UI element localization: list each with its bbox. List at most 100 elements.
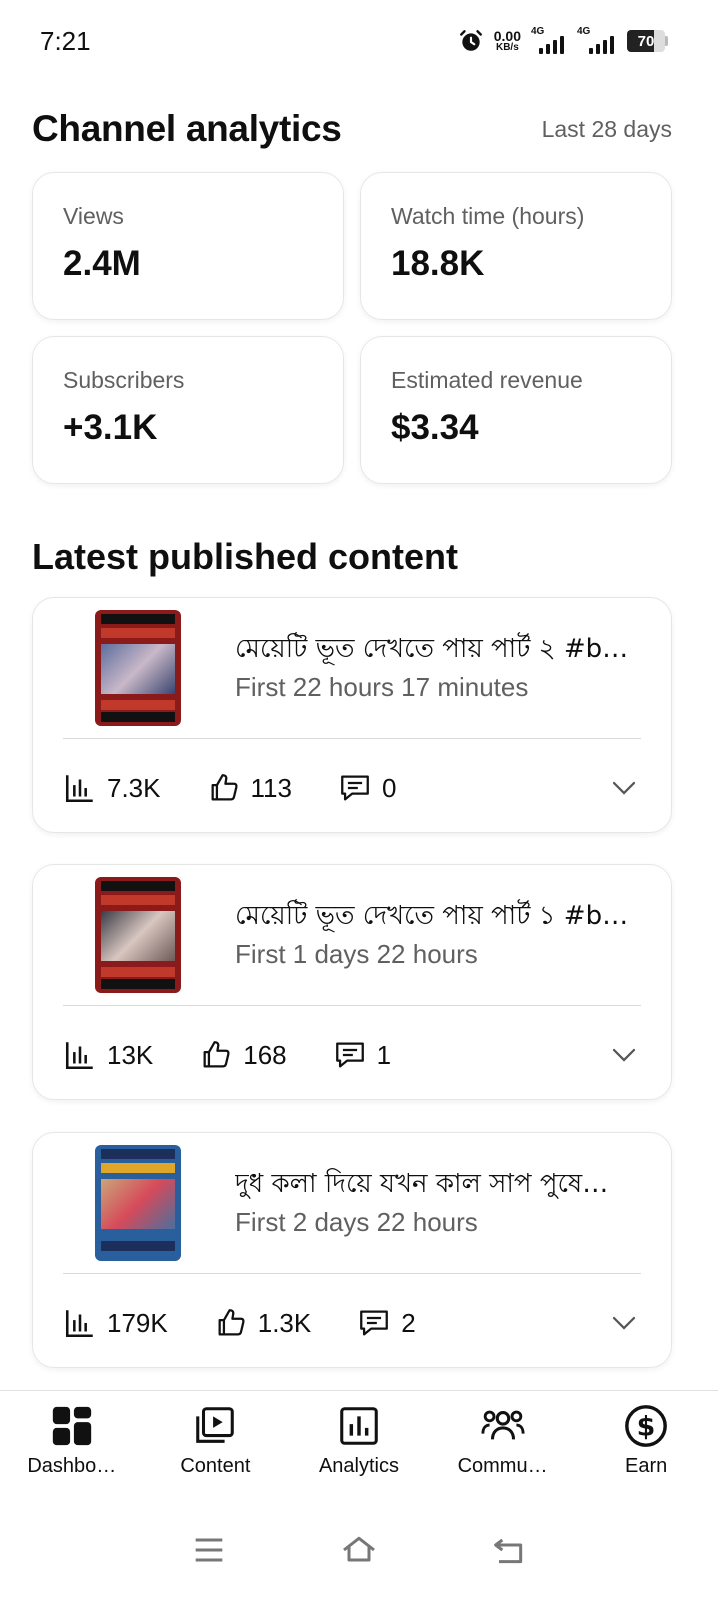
views-count: 7.3K <box>107 772 161 803</box>
comments-stat: 1 <box>333 1038 391 1072</box>
nav-label: Commu… <box>457 1455 548 1477</box>
home-icon[interactable] <box>339 1530 379 1570</box>
metric-card-watch-time[interactable]: Watch time (hours) 18.8K <box>360 172 672 320</box>
views-count: 13K <box>107 1039 154 1070</box>
page-title: Channel analytics <box>32 108 342 149</box>
metric-value: +3.1K <box>63 408 158 447</box>
comment-icon <box>360 1310 389 1336</box>
video-title[interactable]: মেয়েটি ভূত দেখতে পায় পার্ট ১ #b… <box>235 895 640 939</box>
likes-stat: 168 <box>199 1038 287 1072</box>
comments-count: 2 <box>401 1307 416 1338</box>
metric-label: Watch time (hours) <box>391 203 585 229</box>
metrics-grid: Views 2.4M Watch time (hours) 18.8K Subs… <box>32 172 672 484</box>
system-nav <box>0 1500 718 1600</box>
metric-card-subscribers[interactable]: Subscribers +3.1K <box>32 336 344 484</box>
thumb-up-icon <box>211 774 238 801</box>
content-card[interactable]: দুধ কলা দিয়ে যখন কাল সাপ পুষে… First 2 … <box>32 1132 672 1368</box>
video-age: First 1 days 22 hours <box>235 939 478 969</box>
nav-label: Analytics <box>318 1455 399 1477</box>
sim1-tag: 4G <box>531 26 545 37</box>
comments-count: 1 <box>376 1039 392 1070</box>
net-speed-value: 0.00 <box>493 28 521 44</box>
metric-card-views[interactable]: Views 2.4M <box>32 172 344 320</box>
back-icon[interactable] <box>489 1530 529 1570</box>
metric-label: Estimated revenue <box>391 367 583 393</box>
likes-stat: 1.3K <box>214 1306 312 1340</box>
views-stat: 13K <box>63 1038 153 1072</box>
video-thumbnail[interactable] <box>95 610 181 726</box>
video-title[interactable]: দুধ কলা দিয়ে যখন কাল সাপ পুষে… <box>235 1163 640 1207</box>
divider <box>63 738 641 739</box>
nav-label: Dashbo… <box>27 1455 117 1477</box>
video-age: First 2 days 22 hours <box>235 1207 478 1237</box>
chevron-down-icon <box>612 781 636 795</box>
views-stat: 179K <box>63 1306 168 1340</box>
chevron-down-icon <box>612 1048 636 1062</box>
video-title[interactable]: মেয়েটি ভূত দেখতে পায় পার্ট ২ #b… <box>235 628 640 672</box>
comment-icon <box>335 1042 364 1068</box>
battery-level: 70 <box>637 32 655 50</box>
nav-label: Earn <box>625 1455 668 1477</box>
views-stat: 7.3K <box>63 771 161 805</box>
nav-item-analytics[interactable]: Analytics <box>287 1391 431 1490</box>
metric-value: 2.4M <box>63 244 141 283</box>
comment-icon <box>341 775 369 801</box>
svg-text:$: $ <box>637 1412 656 1443</box>
period-label: Last 28 days <box>541 115 672 142</box>
section-title: Latest published content <box>32 536 459 577</box>
bar-chart-icon <box>65 775 93 803</box>
comments-stat: 2 <box>357 1306 416 1340</box>
analytics-icon <box>340 1407 378 1445</box>
content-card[interactable]: মেয়েটি ভূত দেখতে পায় পার্ট ১ #b… First… <box>32 864 672 1100</box>
metric-value: $3.34 <box>391 408 479 447</box>
bar-chart-icon <box>65 1042 93 1070</box>
likes-count: 113 <box>250 772 292 803</box>
nav-item-earn[interactable]: $ Earn <box>574 1391 718 1490</box>
video-stats: 7.3K 113 0 <box>63 768 641 808</box>
views-count: 179K <box>107 1307 168 1338</box>
divider <box>63 1273 641 1274</box>
nav-item-content[interactable]: Content <box>144 1391 288 1490</box>
chevron-down-icon <box>612 1316 636 1330</box>
video-stats: 13K 168 1 <box>63 1035 641 1075</box>
metric-label: Views <box>63 203 124 229</box>
nav-item-community[interactable]: Commu… <box>431 1391 575 1490</box>
nav-item-dashboard[interactable]: Dashbo… <box>0 1391 144 1490</box>
likes-stat: 113 <box>207 771 292 805</box>
sim2-tag: 4G <box>577 26 591 37</box>
likes-count: 1.3K <box>257 1307 312 1338</box>
status-time: 7:21 <box>40 26 91 56</box>
content-card[interactable]: মেয়েটি ভূত দেখতে পায় পার্ট ২ #b… First… <box>32 597 672 833</box>
dashboard-icon <box>52 1406 91 1446</box>
expand-button[interactable] <box>607 1306 641 1340</box>
video-stats: 179K 1.3K 2 <box>63 1303 641 1343</box>
metric-label: Subscribers <box>63 367 185 393</box>
bar-chart-icon <box>65 1310 93 1338</box>
menu-icon[interactable] <box>189 1530 229 1570</box>
content-icon <box>196 1407 235 1443</box>
video-age: First 22 hours 17 minutes <box>235 672 529 702</box>
metric-card-revenue[interactable]: Estimated revenue $3.34 <box>360 336 672 484</box>
status-icons: 0.00 KB/s 4G 4G 70 <box>458 26 668 56</box>
battery-icon: 70 <box>627 30 668 52</box>
comments-count: 0 <box>381 772 397 803</box>
community-icon <box>481 1410 525 1440</box>
thumb-up-icon <box>218 1309 245 1336</box>
nav-label: Content <box>180 1455 251 1477</box>
earn-icon: $ <box>625 1405 668 1447</box>
bottom-nav: Dashbo… Content Analytics Commu… $ Earn <box>0 1390 718 1490</box>
net-speed-unit: KB/s <box>495 42 519 53</box>
signal-icon: 4G <box>531 26 567 54</box>
expand-button[interactable] <box>607 771 641 805</box>
signal-icon-2: 4G <box>577 26 617 54</box>
metric-value: 18.8K <box>391 244 485 283</box>
alarm-icon <box>459 30 482 51</box>
thumb-up-icon <box>203 1041 230 1068</box>
video-thumbnail[interactable] <box>95 877 181 993</box>
comments-stat: 0 <box>338 771 396 805</box>
likes-count: 168 <box>243 1039 287 1070</box>
analytics-header: Channel analytics Last 28 days <box>32 108 672 150</box>
net-speed: 0.00 KB/s <box>494 29 521 53</box>
expand-button[interactable] <box>607 1038 641 1072</box>
video-thumbnail[interactable] <box>95 1145 181 1261</box>
